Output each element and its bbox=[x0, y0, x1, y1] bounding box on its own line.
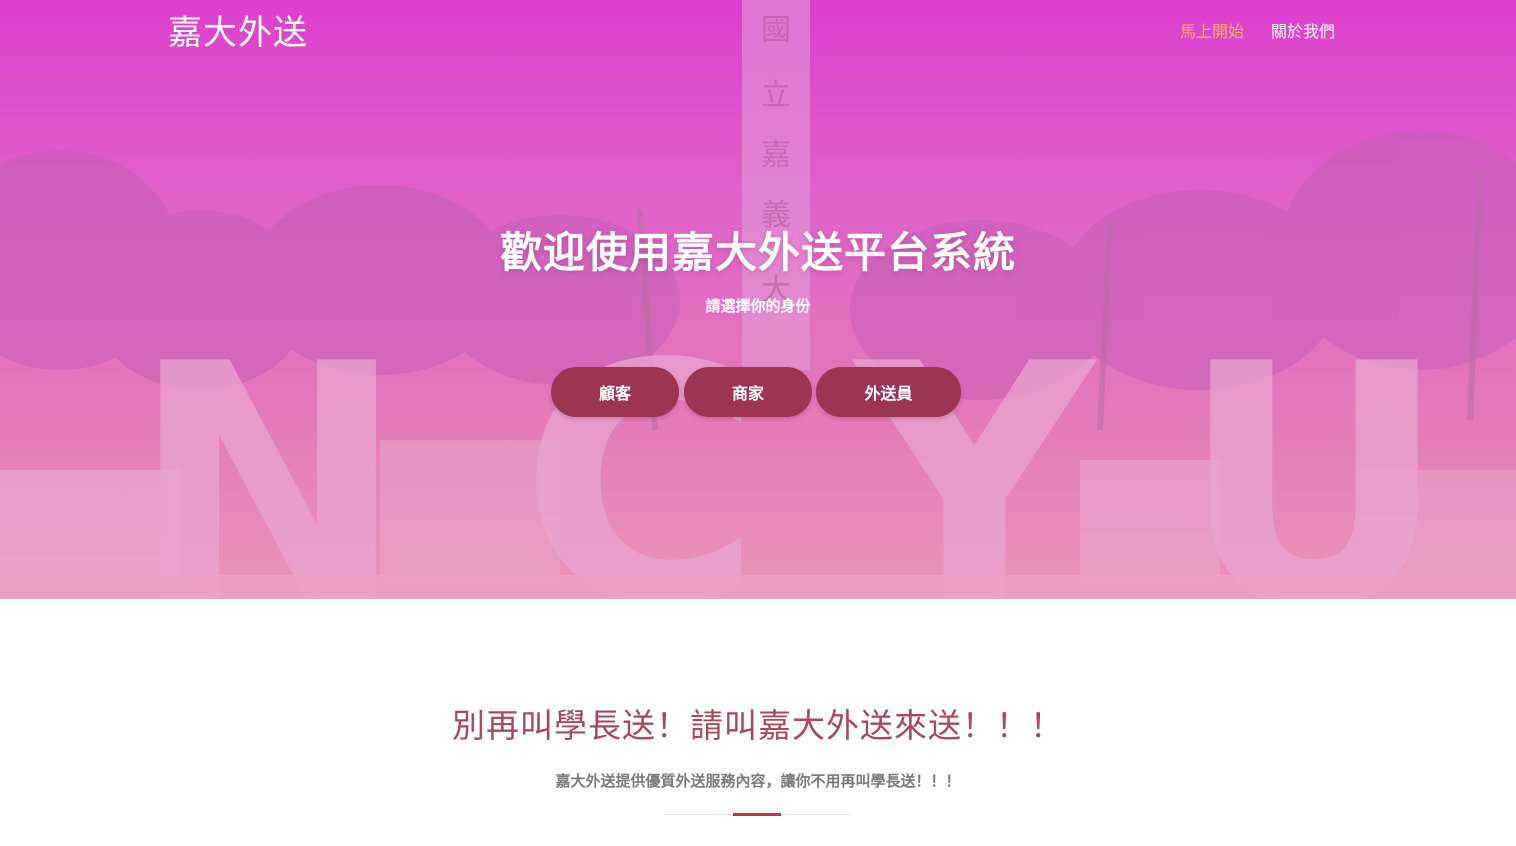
merchant-role-button[interactable]: 商家 bbox=[684, 367, 812, 417]
intro-heading: 別再叫學長送！請叫嘉大外送來送！！！ bbox=[452, 706, 1064, 745]
nav-link-about-us[interactable]: 關於我們 bbox=[1271, 20, 1335, 44]
svg-text:嘉: 嘉 bbox=[761, 138, 791, 173]
brand-logo[interactable]: 嘉大外送 bbox=[168, 10, 308, 56]
top-navbar: 嘉大外送 馬上開始 關於我們 bbox=[0, 0, 1516, 68]
svg-text:N: N bbox=[130, 294, 406, 599]
svg-text:U: U bbox=[1180, 294, 1448, 599]
svg-text:Y: Y bbox=[850, 294, 1098, 599]
svg-text:立: 立 bbox=[761, 78, 791, 113]
svg-text:C: C bbox=[520, 294, 762, 599]
hero-subtitle: 請選擇你的身份 bbox=[705, 297, 811, 315]
courier-role-button[interactable]: 外送員 bbox=[816, 367, 961, 417]
nav-link-get-started[interactable]: 馬上開始 bbox=[1180, 20, 1244, 44]
hero-title: 歡迎使用嘉大外送平台系統 bbox=[499, 228, 1016, 277]
customer-role-button[interactable]: 顧客 bbox=[551, 367, 679, 417]
hero-section: 國 立 嘉 義 大 N C Y U 嘉大外送 馬上開始 關於我們 歡迎使用嘉大外… bbox=[0, 0, 1516, 599]
intro-text: 嘉大外送提供優質外送服務內容，讓你不用再叫學長送！！！ bbox=[555, 772, 961, 790]
section-divider-accent bbox=[733, 813, 781, 816]
